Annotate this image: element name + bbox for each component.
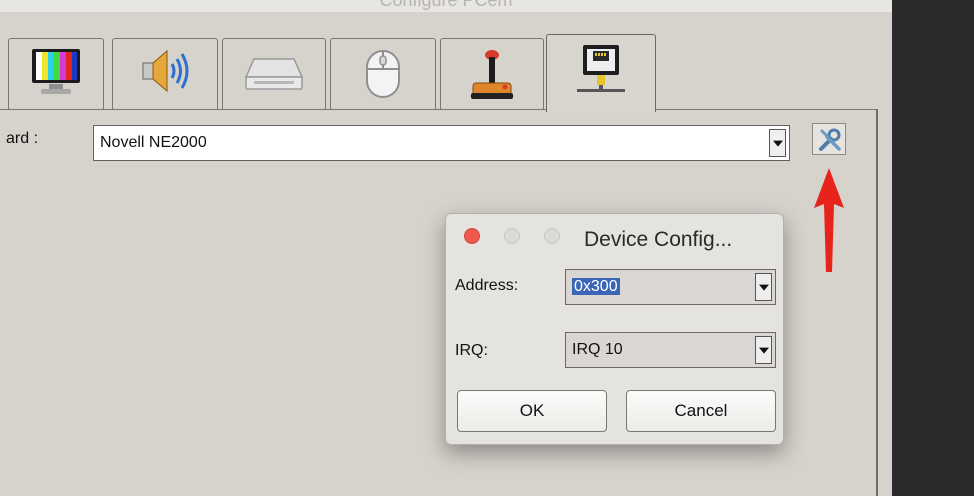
drive-icon xyxy=(244,58,304,90)
configure-card-button[interactable] xyxy=(812,123,846,155)
tab-sound[interactable] xyxy=(112,38,218,110)
address-dropdown-button[interactable] xyxy=(755,273,772,301)
tab-joystick[interactable] xyxy=(440,38,544,110)
tab-panel-border xyxy=(0,109,878,110)
background-area xyxy=(892,0,974,496)
chevron-down-icon xyxy=(772,140,783,147)
cancel-button[interactable]: Cancel xyxy=(626,390,776,432)
chevron-down-icon xyxy=(758,284,769,291)
mouse-icon xyxy=(366,50,400,98)
network-icon xyxy=(577,45,625,92)
irq-value: IRQ 10 xyxy=(572,341,623,358)
device-config-dialog: Device Config... Address: 0x300 IRQ: IRQ… xyxy=(445,213,784,445)
tab-display[interactable] xyxy=(8,38,104,110)
tab-input[interactable] xyxy=(330,38,436,110)
network-card-dropdown-button[interactable] xyxy=(769,129,786,157)
irq-select[interactable]: IRQ 10 xyxy=(565,332,776,368)
dialog-title: Device Config... xyxy=(584,228,733,251)
network-card-label: ard : xyxy=(6,130,39,147)
irq-dropdown-button[interactable] xyxy=(755,336,772,364)
tab-network[interactable] xyxy=(546,34,656,112)
speaker-icon xyxy=(142,49,189,93)
screen: Configure PCem ard: Novell NE2000 Devic… xyxy=(0,0,974,496)
minimize-button[interactable] xyxy=(504,228,520,244)
monitor-icon xyxy=(32,49,80,94)
address-select[interactable]: 0x300 xyxy=(565,269,776,305)
chevron-down-icon xyxy=(758,347,769,354)
address-label: Address: xyxy=(455,277,519,294)
network-card-value: Novell NE2000 xyxy=(100,134,207,151)
panel-edge xyxy=(876,109,878,496)
annotation-arrow-icon xyxy=(814,168,844,272)
irq-label: IRQ: xyxy=(455,342,488,359)
tab-storage[interactable] xyxy=(222,38,326,110)
configure-window: Configure PCem ard: Novell NE2000 Devic… xyxy=(0,0,892,496)
title-bar: Configure PCem xyxy=(0,0,892,12)
address-value: 0x300 xyxy=(572,278,620,295)
tools-icon xyxy=(819,128,841,151)
network-card-select[interactable]: Novell NE2000 xyxy=(93,125,790,161)
zoom-button[interactable] xyxy=(544,228,560,244)
window-title: Configure PCem xyxy=(379,0,513,10)
close-button[interactable] xyxy=(464,228,480,244)
ok-button[interactable]: OK xyxy=(457,390,607,432)
joystick-icon xyxy=(471,50,513,99)
